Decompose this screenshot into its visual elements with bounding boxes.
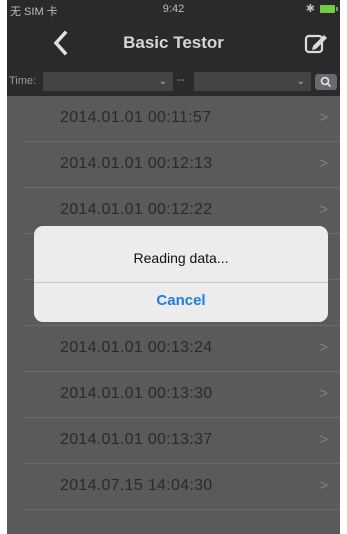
time-label: Time: [9, 75, 37, 87]
record-time: 2014.01.01 00:13:37 [60, 431, 213, 448]
battery-icon [320, 5, 338, 13]
dialog-message: Reading data... [133, 250, 229, 266]
nav-bar: Basic Testor [7, 20, 340, 66]
chevron-right-icon: > [319, 385, 328, 402]
record-time: 2014.07.15 14:04:30 [60, 477, 213, 494]
range-separator: -- [177, 74, 185, 86]
chevron-right-icon: > [319, 201, 328, 218]
record-time: 2014.01.01 00:13:24 [60, 339, 213, 356]
chevron-right-icon: > [319, 339, 328, 356]
chevron-right-icon: > [319, 109, 328, 126]
list-item[interactable]: 2014.01.01 00:11:57 > [7, 96, 340, 142]
clock: 9:42 [162, 3, 185, 15]
search-button[interactable] [315, 74, 337, 90]
phone-screen: 无 SIM 卡 9:42 ✱ Basic Testor Time: ⌄ -- ⌄ [7, 0, 340, 534]
list-item[interactable]: 2014.01.01 00:13:37 > [7, 418, 340, 464]
start-time-select[interactable]: ⌄ [43, 72, 173, 91]
record-time: 2014.01.01 00:11:57 [60, 109, 212, 126]
chevron-down-icon: ⌄ [296, 76, 305, 87]
search-icon [320, 76, 332, 88]
dialog-divider [34, 282, 328, 283]
bluetooth-icon: ✱ [305, 3, 315, 15]
record-time: 2014.01.01 00:13:30 [60, 385, 213, 402]
record-time: 2014.01.01 00:12:13 [60, 155, 213, 172]
chevron-right-icon: > [319, 477, 328, 494]
list-item[interactable]: 2014.01.01 00:13:30 > [7, 372, 340, 418]
chevron-down-icon: ⌄ [158, 76, 167, 87]
divider [24, 509, 340, 510]
chevron-right-icon: > [319, 431, 328, 448]
status-bar: 无 SIM 卡 9:42 ✱ [7, 0, 340, 20]
cancel-button[interactable]: Cancel [34, 292, 328, 309]
edit-button[interactable] [302, 30, 330, 56]
page-title: Basic Testor [123, 33, 224, 52]
record-time: 2014.01.01 00:12:22 [60, 201, 213, 218]
list-item[interactable]: 2014.01.01 00:12:13 > [7, 142, 340, 188]
chevron-right-icon: > [319, 155, 328, 172]
end-time-select[interactable]: ⌄ [194, 72, 311, 91]
list-item[interactable]: 2014.01.01 00:13:24 > [7, 326, 340, 372]
edit-square-icon [304, 34, 327, 54]
loading-dialog: Reading data... Cancel [34, 226, 328, 322]
time-filter-bar: Time: ⌄ -- ⌄ [7, 68, 340, 96]
list-item[interactable]: 2014.07.15 14:04:30 > [7, 464, 340, 510]
